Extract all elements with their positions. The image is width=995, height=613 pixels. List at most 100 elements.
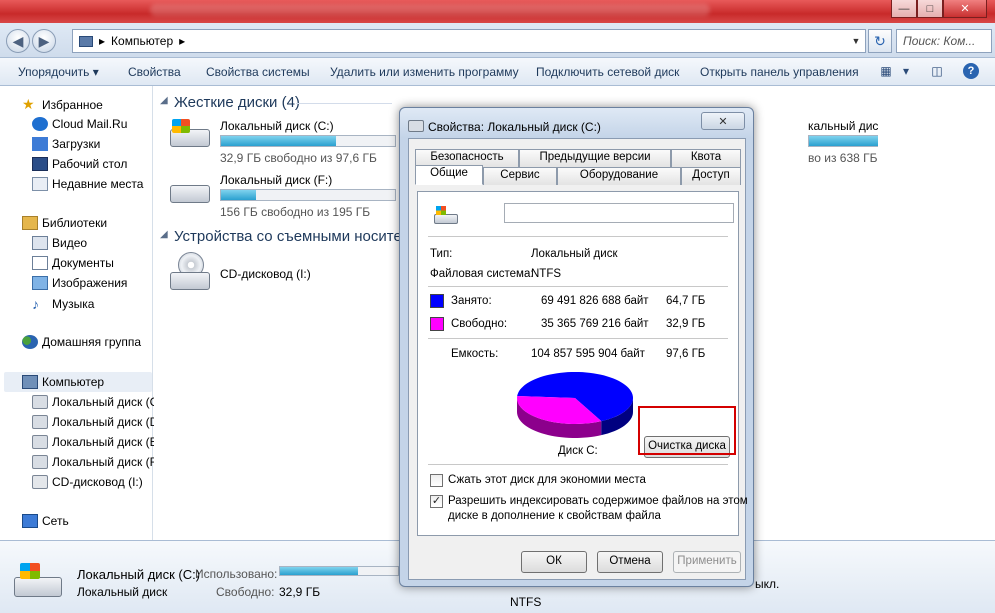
group-header-hard-drives[interactable]: Жесткие диски (4) [174, 94, 300, 111]
tab-sharing[interactable]: Доступ [681, 167, 741, 185]
drive-usage-bar [808, 135, 878, 147]
capacity-bytes: 104 857 595 904 байт [531, 348, 645, 360]
nav-label: Домашняя группа [42, 335, 142, 349]
address-dropdown-button[interactable]: ▼ [848, 30, 864, 52]
compress-label: Сжать этот диск для экономии места [448, 474, 646, 486]
views-dropdown-icon[interactable]: ▾ [897, 63, 915, 79]
collapse-group-icon[interactable]: ◢ [160, 229, 168, 240]
details-cut-text: ыкл. [755, 577, 780, 591]
drive-label-input[interactable] [504, 203, 734, 223]
hard-drive-icon [32, 455, 48, 469]
nav-drive-f[interactable]: Локальный диск (F: [32, 455, 160, 469]
breadcrumb-computer[interactable]: Компьютер [111, 34, 173, 48]
tab-hardware[interactable]: Оборудование [557, 167, 681, 185]
tab-tools[interactable]: Сервис [483, 167, 557, 185]
path-arrow[interactable]: ▸ [179, 34, 185, 48]
nav-label: Музыка [52, 297, 95, 311]
drive-usage-bar [220, 189, 396, 201]
address-bar[interactable]: ▸ Компьютер ▸ [72, 29, 866, 53]
details-file-system: NTFS [510, 595, 542, 609]
music-library-icon: ♪ [32, 296, 39, 312]
collapse-group-icon[interactable]: ◢ [160, 95, 168, 106]
system-properties-button[interactable]: Свойства системы [206, 65, 310, 79]
details-drive-type: Локальный диск [77, 585, 168, 599]
used-space-gb: 64,7 ГБ [666, 295, 706, 307]
nav-cd-drive[interactable]: CD-дисковод (I:) [32, 475, 143, 489]
drive-f-tile[interactable]: Локальный диск (F:) 156 ГБ свободно из 1… [168, 173, 408, 223]
minimize-button[interactable]: — [891, 0, 917, 18]
hard-drive-icon [32, 435, 48, 449]
nav-label: Изображения [52, 276, 128, 290]
properties-button[interactable]: Свойства [128, 65, 181, 79]
compress-checkbox[interactable] [430, 474, 443, 487]
tab-general[interactable]: Общие [415, 165, 483, 185]
tab-previous-versions[interactable]: Предыдущие версии [519, 149, 671, 167]
nav-libraries[interactable]: Библиотеки [22, 216, 107, 230]
blurred-title-text [150, 4, 710, 16]
windows-drive-icon [168, 119, 212, 149]
nav-cloud-mail[interactable]: Cloud Mail.Ru [32, 117, 127, 131]
help-icon[interactable]: ? [963, 63, 979, 79]
libraries-icon [22, 216, 38, 230]
group-header-removable[interactable]: Устройства со съемными носителя [174, 228, 418, 245]
nav-label: Локальный диск (D [52, 415, 159, 429]
dialog-close-button[interactable]: ✕ [701, 112, 745, 130]
cd-drive-icon [168, 252, 212, 292]
desktop-icon [32, 157, 48, 171]
nav-music[interactable]: ♪ Музыка [32, 296, 94, 312]
nav-drive-c[interactable]: Локальный диск (C:) [32, 395, 166, 409]
nav-downloads[interactable]: Загрузки [32, 137, 100, 151]
cancel-button[interactable]: Отмена [597, 551, 663, 573]
map-network-drive-button[interactable]: Подключить сетевой диск [536, 65, 679, 79]
uninstall-program-button[interactable]: Удалить или изменить программу [330, 65, 519, 79]
ok-button[interactable]: ОК [521, 551, 587, 573]
tab-quota[interactable]: Квота [671, 149, 741, 167]
nav-recent-places[interactable]: Недавние места [32, 177, 143, 191]
usage-fill [221, 136, 337, 146]
organize-label: Упорядочить [18, 65, 90, 79]
nav-network[interactable]: Сеть [22, 514, 69, 528]
drive-usage-bar [220, 135, 396, 147]
details-free-value: 32,9 ГБ [279, 585, 321, 599]
nav-drive-d[interactable]: Локальный диск (D [32, 415, 158, 429]
nav-label: Локальный диск (E: [52, 435, 161, 449]
preview-pane-icon[interactable]: ◫ [928, 63, 946, 79]
nav-desktop[interactable]: Рабочий стол [32, 157, 127, 171]
free-space-swatch [430, 317, 444, 331]
chevron-down-icon: ▾ [92, 65, 99, 79]
nav-favorites[interactable]: ★ Избранное [22, 96, 103, 113]
drive-free-space: 156 ГБ свободно из 195 ГБ [220, 205, 371, 219]
nav-label: Избранное [42, 97, 103, 112]
documents-library-icon [32, 256, 48, 270]
free-space-bytes: 35 365 769 216 байт [541, 318, 649, 330]
search-input[interactable]: Поиск: Ком... [896, 29, 992, 53]
forward-button[interactable]: ▶ [32, 29, 56, 53]
maximize-button[interactable]: □ [917, 0, 943, 18]
windows-drive-icon [434, 206, 458, 224]
indexing-checkbox[interactable]: ✓ [430, 495, 443, 508]
video-library-icon [32, 236, 48, 250]
refresh-button[interactable]: ↻ [868, 29, 892, 53]
open-control-panel-button[interactable]: Открыть панель управления [700, 65, 859, 79]
nav-homegroup[interactable]: Домашняя группа [22, 335, 141, 349]
back-button[interactable]: ◀ [6, 29, 30, 53]
nav-documents[interactable]: Документы [32, 256, 114, 270]
views-icon[interactable]: ▦ [877, 63, 895, 79]
cd-drive-tile[interactable]: CD-дисковод (I:) [168, 252, 368, 296]
separator [428, 286, 728, 287]
nav-computer[interactable]: Компьютер [22, 375, 104, 389]
separator [428, 464, 728, 465]
drive-free-space: 32,9 ГБ свободно из 97,6 ГБ [220, 151, 377, 165]
nav-video[interactable]: Видео [32, 236, 87, 250]
used-space-swatch [430, 294, 444, 308]
path-separator[interactable]: ▸ [99, 34, 105, 48]
navigation-pane: ★ Избранное Cloud Mail.Ru Загрузки Рабоч… [0, 86, 166, 540]
dialog-title-bar: Свойства: Локальный диск (C:) ✕ [400, 108, 753, 138]
drive-c-tile[interactable]: Локальный диск (C:) 32,9 ГБ свободно из … [168, 119, 408, 169]
nav-pictures[interactable]: Изображения [32, 276, 127, 290]
usage-fill [809, 136, 878, 146]
organize-button[interactable]: Упорядочить ▾ [18, 65, 99, 79]
close-button[interactable]: ✕ [943, 0, 987, 18]
drive-free-space: во из 638 ГБ [808, 151, 878, 165]
nav-drive-e[interactable]: Локальный диск (E: [32, 435, 161, 449]
